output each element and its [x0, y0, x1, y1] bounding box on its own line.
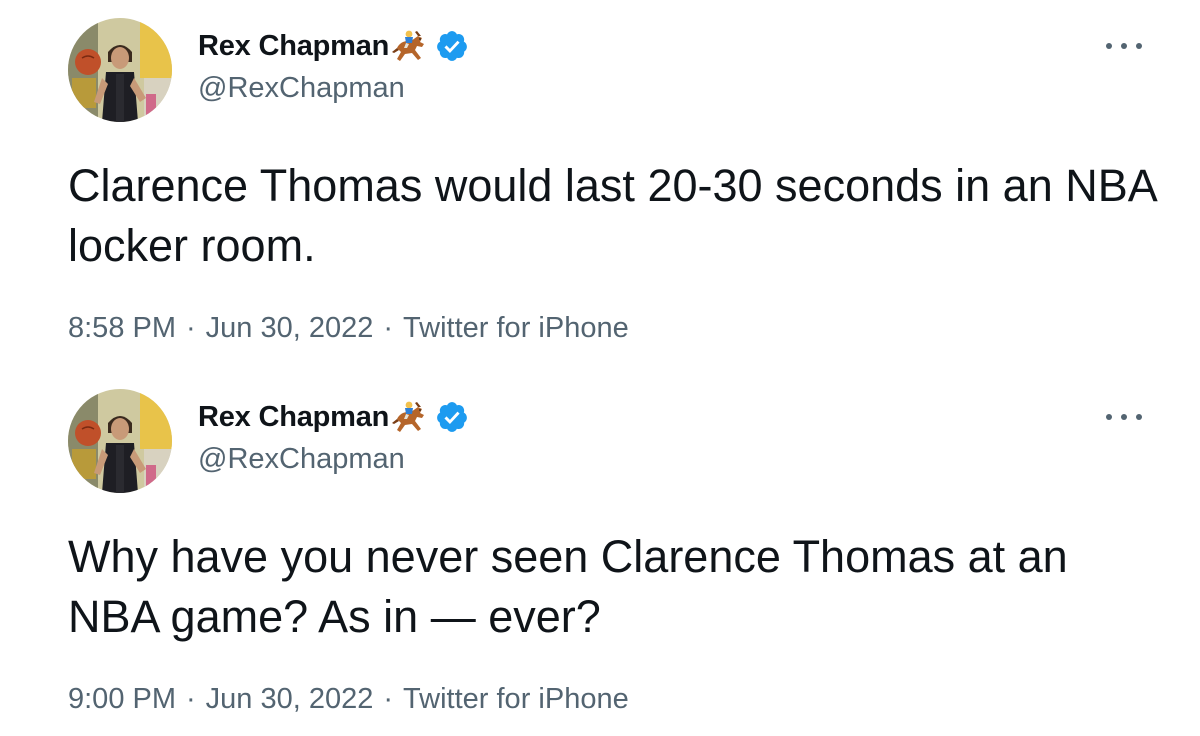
tweet-time[interactable]: 9:00 PM	[68, 683, 176, 716]
tweet-metadata: 9:00 PM · Jun 30, 2022 · Twitter for iPh…	[68, 683, 629, 716]
avatar[interactable]	[68, 389, 172, 493]
separator: ·	[383, 312, 394, 344]
separator: ·	[383, 683, 394, 715]
author-display-name[interactable]: Rex Chapman	[198, 401, 389, 434]
horse-racing-icon	[391, 28, 429, 64]
author-name-row: Rex Chapman	[198, 27, 469, 65]
author-display-name[interactable]: Rex Chapman	[198, 30, 389, 63]
tweet-text: Why have you never seen Clarence Thomas …	[68, 531, 1081, 642]
more-options-icon[interactable]	[1106, 34, 1142, 58]
author-name-row: Rex Chapman	[198, 398, 469, 436]
tweet-time[interactable]: 8:58 PM	[68, 312, 176, 345]
tweet-text: Clarence Thomas would last 20-30 seconds…	[68, 160, 1168, 271]
dot	[1106, 414, 1112, 420]
dot	[1121, 414, 1127, 420]
tweet-source[interactable]: Twitter for iPhone	[403, 683, 629, 716]
verified-badge-icon	[435, 400, 469, 434]
horse-racing-icon	[391, 399, 429, 435]
tweet-metadata: 8:58 PM · Jun 30, 2022 · Twitter for iPh…	[68, 312, 629, 345]
dot	[1136, 43, 1142, 49]
dot	[1106, 43, 1112, 49]
verified-badge-icon	[435, 29, 469, 63]
tweet-date[interactable]: Jun 30, 2022	[206, 312, 374, 345]
more-options-icon[interactable]	[1106, 405, 1142, 429]
dot	[1136, 414, 1142, 420]
dot	[1121, 43, 1127, 49]
tweet-date[interactable]: Jun 30, 2022	[206, 683, 374, 716]
tweet-source[interactable]: Twitter for iPhone	[403, 312, 629, 345]
separator: ·	[186, 683, 196, 715]
separator: ·	[186, 312, 196, 344]
avatar[interactable]	[68, 18, 172, 122]
author-handle[interactable]: @RexChapman	[198, 443, 405, 476]
author-handle[interactable]: @RexChapman	[198, 72, 405, 105]
